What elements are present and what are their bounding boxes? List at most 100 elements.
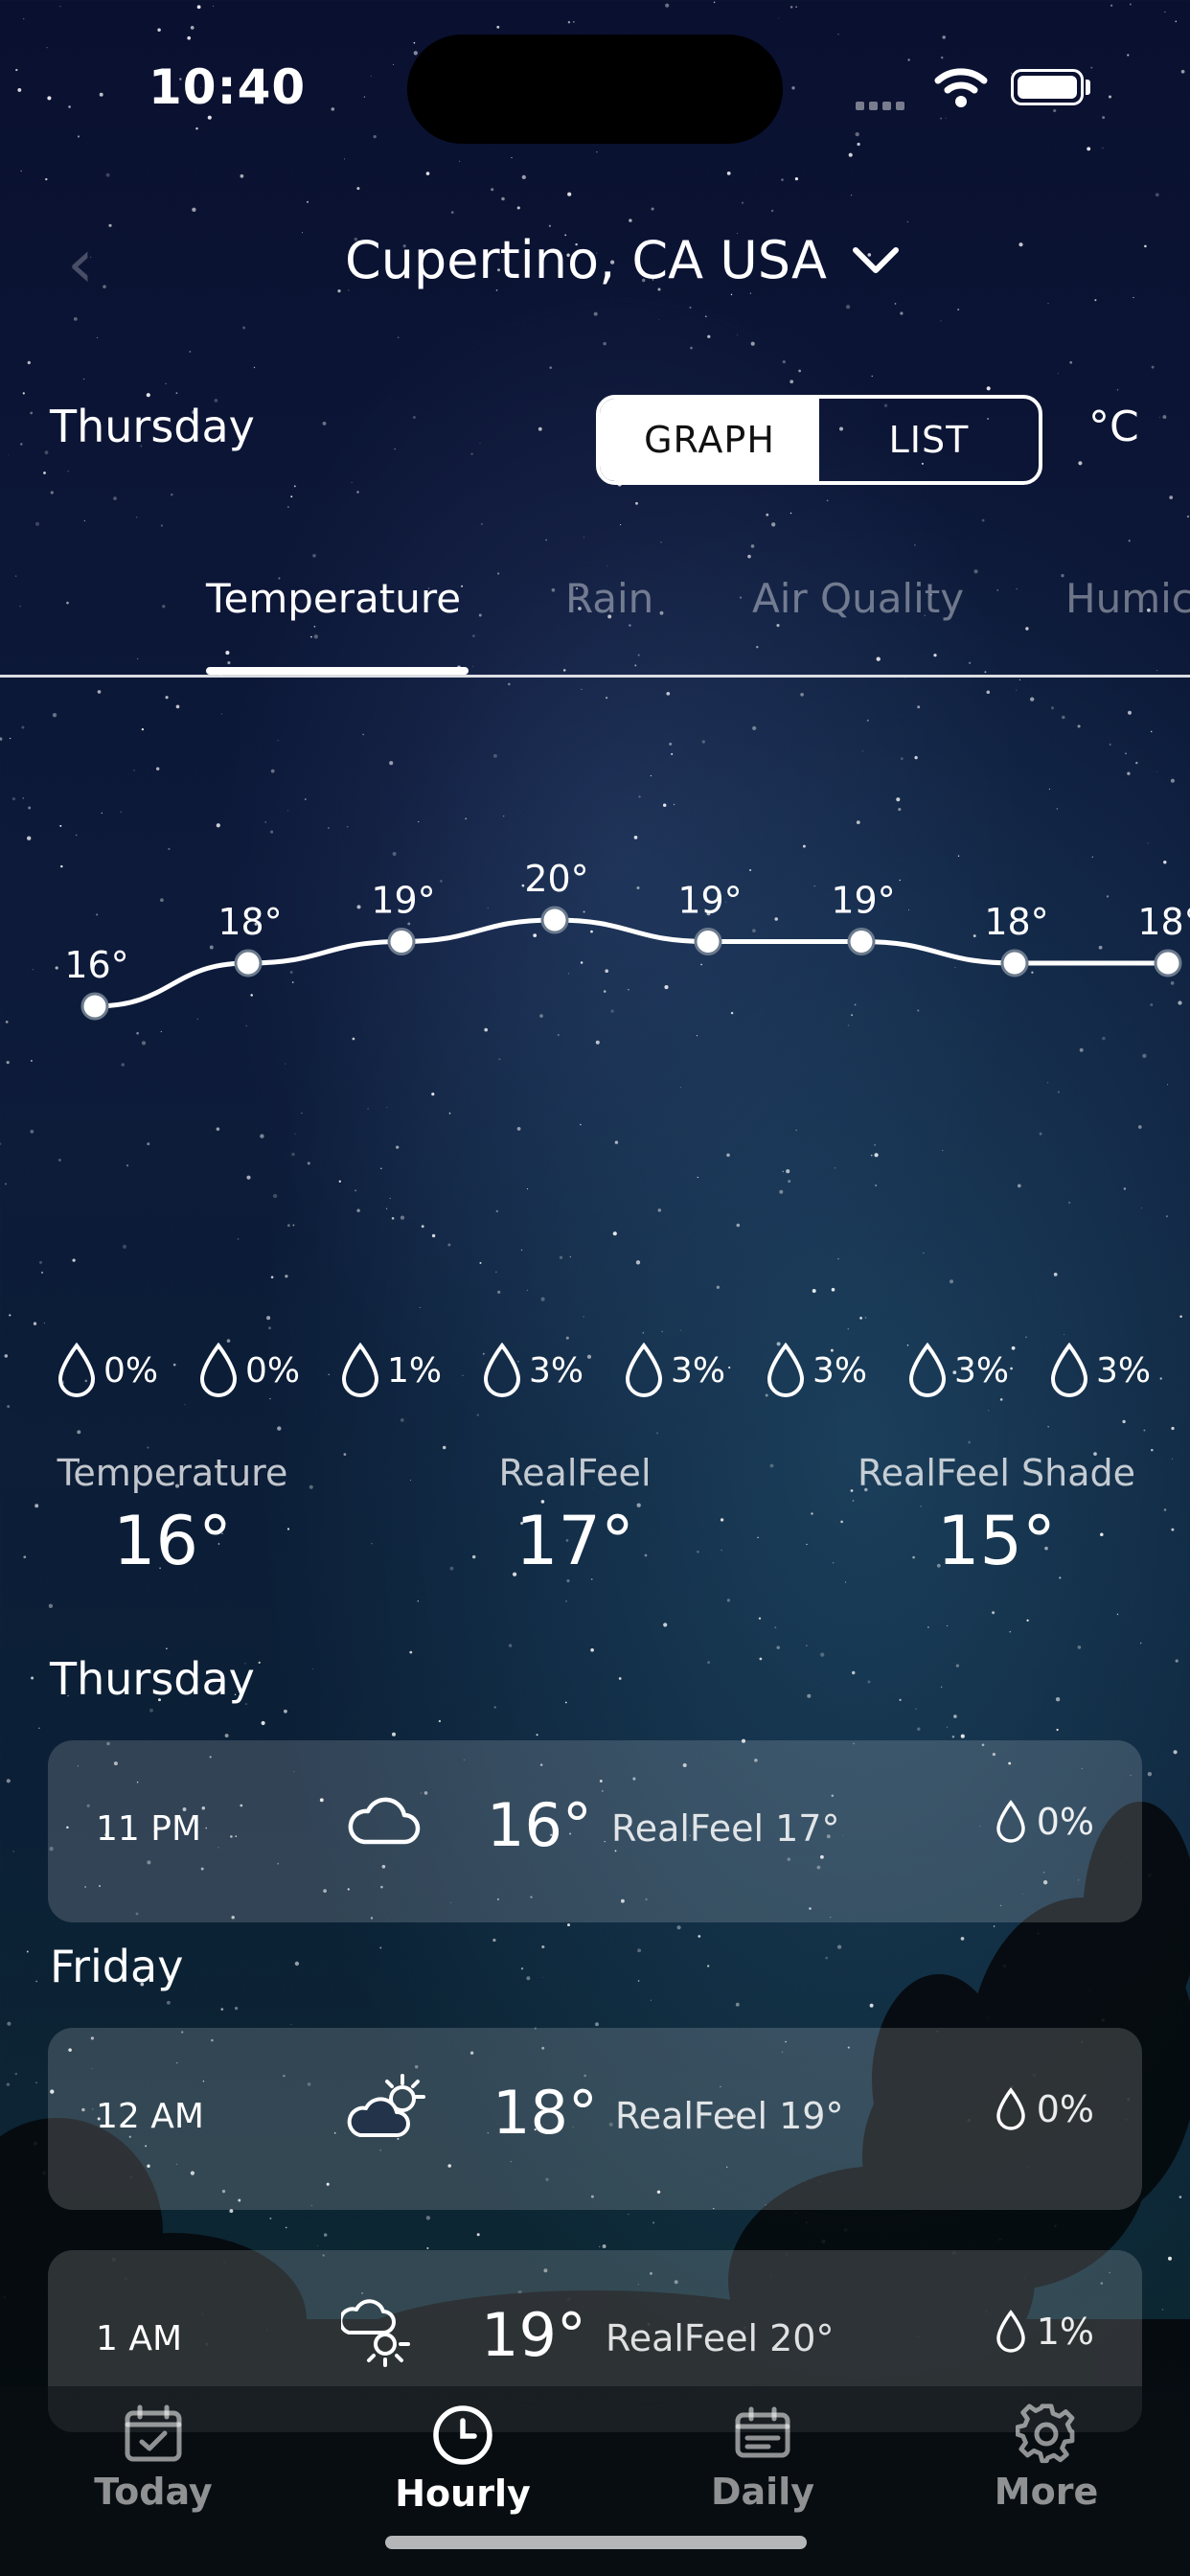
precip-value: 0% [245, 1350, 301, 1391]
temperature-point-label: 19° [831, 880, 895, 922]
realfeel-shade-value: 15° [936, 1502, 1057, 1580]
precip-item: 0% [197, 1342, 300, 1399]
hour-time: 12 AM [96, 2097, 204, 2136]
cloudy-sun-icon [338, 2294, 418, 2371]
temperature-label: Temperature [57, 1452, 288, 1494]
cloud-icon [345, 1788, 422, 1859]
partly-cloudy-icon [347, 2072, 433, 2149]
temperature-point [387, 928, 416, 955]
graph-toggle-button[interactable]: GRAPH [600, 399, 819, 481]
tab-air-quality[interactable]: Air Quality [752, 575, 964, 622]
temperature-chart: 16° 18° 19° 20° 19° 19° 18° 18° [64, 858, 1190, 1021]
hour-temperature: 19° [481, 2300, 586, 2370]
precip-item: 3% [623, 1342, 725, 1399]
drop-icon [767, 1342, 805, 1397]
precip-value: 3% [529, 1350, 584, 1391]
active-tab-indicator [206, 667, 469, 675]
clock-icon [433, 2405, 492, 2465]
precip-item: 3% [765, 1342, 867, 1399]
back-chevron-icon[interactable]: ‹ [67, 230, 105, 297]
chevron-down-icon [852, 246, 900, 275]
precip-item: 3% [481, 1342, 584, 1399]
tab-rain[interactable]: Rain [565, 575, 653, 622]
precip-item: 3% [1048, 1342, 1151, 1399]
hour-temperature: 18° [492, 2078, 598, 2148]
selected-day: Thursday [50, 401, 255, 452]
tabbar-more[interactable]: More [950, 2404, 1142, 2513]
tabbar-hourly-label: Hourly [395, 2472, 531, 2515]
temperature-point-label: 19° [677, 880, 742, 922]
drop-icon [995, 1800, 1025, 1843]
tabbar-hourly[interactable]: Hourly [367, 2404, 559, 2515]
precip-value: 3% [812, 1350, 868, 1391]
precip-value: 3% [1096, 1350, 1152, 1391]
temperature-point [694, 928, 722, 955]
hour-precip-value: 0% [1036, 1801, 1094, 1843]
temperature-point [847, 928, 876, 955]
temperature-point-label: 20° [524, 858, 588, 900]
drop-icon [483, 1342, 521, 1397]
hour-precip: 0% [995, 2087, 1094, 2131]
calendar-check-icon [125, 2404, 182, 2462]
home-indicator [385, 2536, 807, 2549]
tabbar-today-label: Today [94, 2471, 213, 2513]
drop-icon [1050, 1342, 1088, 1397]
drop-icon [995, 2087, 1025, 2130]
realfeel-shade-label: RealFeel Shade [857, 1452, 1136, 1494]
realfeel-label: RealFeel [498, 1452, 652, 1494]
drop-icon [908, 1342, 947, 1397]
tab-temperature[interactable]: Temperature [206, 575, 461, 622]
battery-tip [1086, 80, 1090, 95]
temperature-point [234, 949, 263, 978]
drop-icon [199, 1342, 238, 1397]
precip-value: 3% [954, 1350, 1010, 1391]
tabbar-today[interactable]: Today [57, 2404, 249, 2513]
view-toggle: GRAPH LIST [596, 395, 1042, 485]
drop-icon [341, 1342, 379, 1397]
hour-precip: 1% [995, 2310, 1094, 2354]
status-time: 10:40 [149, 59, 307, 115]
summary-realfeel: RealFeel 17° [441, 1452, 709, 1580]
hour-realfeel: RealFeel 17° [611, 1807, 840, 1850]
temperature-point [540, 906, 569, 934]
dynamic-island [407, 34, 783, 144]
section-thursday: Thursday [50, 1653, 255, 1705]
temperature-value: 16° [112, 1502, 233, 1580]
temperature-point-label: 19° [371, 880, 435, 922]
drop-icon [625, 1342, 663, 1397]
tabbar-daily-label: Daily [710, 2471, 814, 2513]
location-selector[interactable]: Cupertino, CA USA [345, 230, 900, 290]
hour-card[interactable]: 12 AM 18° RealFeel 19° 0% [48, 2028, 1142, 2210]
precip-item: 1% [339, 1342, 442, 1399]
wifi-icon [934, 65, 988, 109]
location-title: Cupertino, CA USA [345, 230, 827, 290]
unit-toggle[interactable]: °C [1088, 402, 1139, 451]
precip-value: 3% [671, 1350, 726, 1391]
temperature-point-label: 18° [1137, 901, 1190, 943]
tabbar-daily[interactable]: Daily [667, 2404, 858, 2513]
hour-precip-value: 1% [1036, 2311, 1094, 2353]
hour-precip: 0% [995, 1800, 1094, 1844]
hour-card[interactable]: 11 PM 16° RealFeel 17° 0% [48, 1740, 1142, 1922]
battery-icon [1011, 69, 1084, 105]
drop-icon [995, 2310, 1025, 2353]
gear-icon [1016, 2404, 1075, 2464]
temperature-point [1000, 949, 1029, 978]
temperature-point-label: 16° [64, 944, 128, 986]
hour-time: 1 AM [96, 2319, 183, 2358]
list-toggle-button[interactable]: LIST [819, 399, 1039, 481]
realfeel-value: 17° [515, 1502, 635, 1580]
drop-icon [57, 1342, 96, 1397]
tabs-divider [0, 675, 1190, 678]
metric-tabs: Temperature Rain Air Quality Humic [0, 575, 1190, 680]
temperature-point-label: 18° [217, 901, 282, 943]
hour-precip-value: 0% [1036, 2088, 1094, 2130]
section-friday: Friday [50, 1941, 184, 1992]
hour-time: 11 PM [96, 1809, 202, 1849]
hour-realfeel: RealFeel 19° [615, 2095, 844, 2137]
hour-realfeel: RealFeel 20° [606, 2317, 835, 2359]
summary-temperature: Temperature 16° [38, 1452, 307, 1580]
temperature-point [80, 992, 109, 1021]
tab-humidity[interactable]: Humic [1065, 575, 1190, 622]
precip-item: 0% [56, 1342, 158, 1399]
